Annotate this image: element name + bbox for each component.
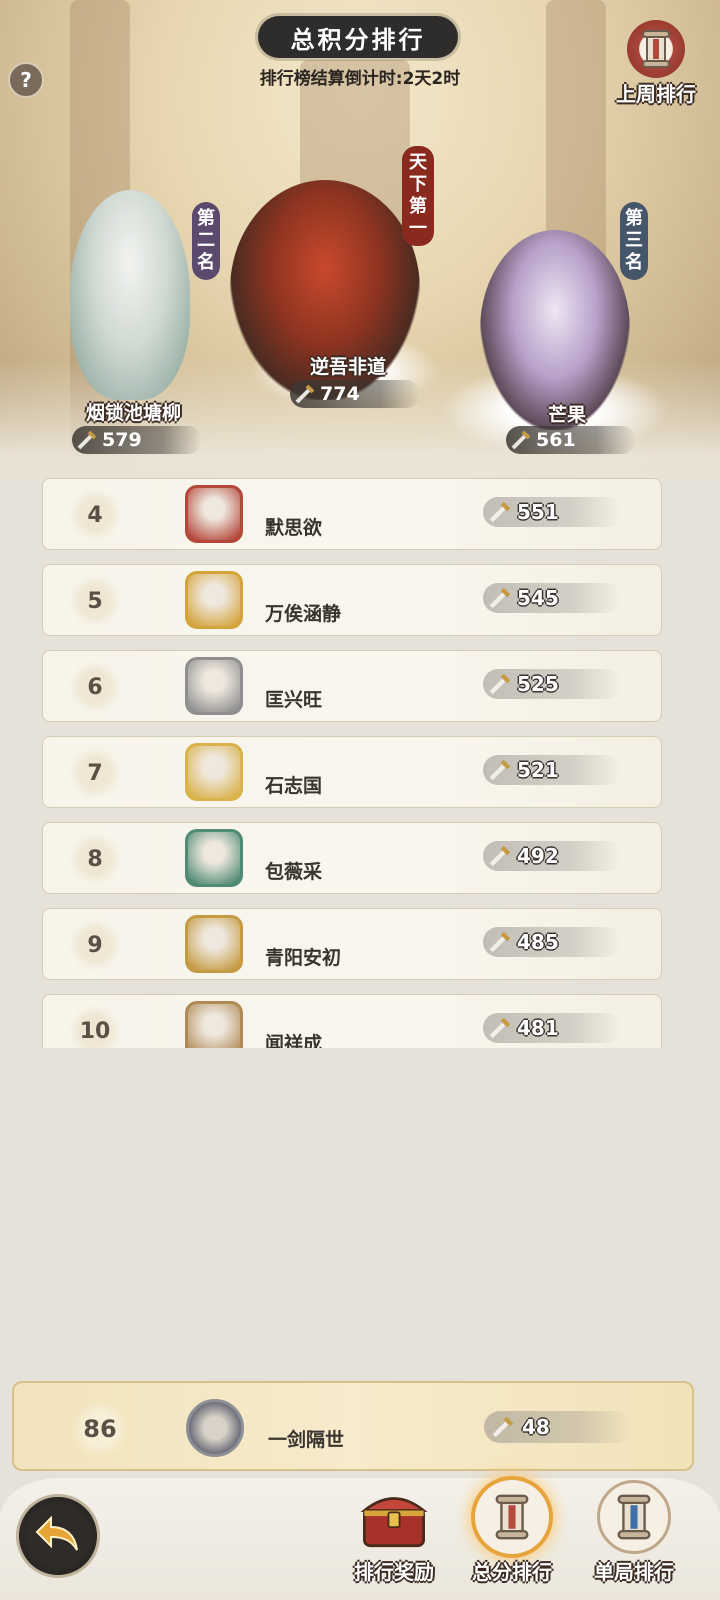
sword-icon	[484, 1415, 522, 1439]
ranking-row[interactable]: 9 青阳安初 485	[42, 908, 662, 980]
sword-icon	[483, 500, 517, 524]
my-name: 一剑隔世	[268, 1429, 345, 1451]
rank-number: 8	[69, 833, 121, 885]
ranking-row[interactable]: 7 石志国 521	[42, 736, 662, 808]
avatar[interactable]	[185, 1001, 243, 1048]
tab-single-ranking-label: 单局排行	[594, 1560, 674, 1584]
tab-total-ranking-label: 总分排行	[472, 1560, 552, 1584]
treasure-chest-icon	[357, 1480, 431, 1554]
player-name: 默思欲	[265, 517, 323, 539]
back-arrow-icon	[33, 1512, 83, 1560]
player-name: 石志国	[265, 775, 323, 797]
rank-number: 6	[69, 661, 121, 713]
tab-ranking-rewards[interactable]: 排行奖励	[338, 1480, 450, 1594]
player-name: 包薇采	[265, 861, 323, 883]
sword-icon	[483, 844, 517, 868]
sword-icon	[290, 380, 320, 408]
rank-number: 4	[69, 489, 121, 541]
tab-ranking-rewards-label: 排行奖励	[354, 1560, 434, 1584]
ranking-row[interactable]: 5 万俟涵静 545	[42, 564, 662, 636]
player-name: 匡兴旺	[265, 689, 323, 711]
last-week-ranking-button[interactable]: 上周排行	[606, 20, 706, 115]
ranking-row[interactable]: 8 包薇采 492	[42, 822, 662, 894]
first-place-name: 逆吾非道	[310, 356, 387, 378]
scroll-icon	[475, 1480, 549, 1554]
player-name: 闻祥成	[265, 1033, 323, 1048]
ranking-row[interactable]: 4 默思欲 551	[42, 478, 662, 550]
player-score: 485	[483, 927, 621, 957]
player-score: 481	[483, 1013, 621, 1043]
player-score: 492	[483, 841, 621, 871]
sword-icon	[483, 586, 517, 610]
sword-icon	[483, 930, 517, 954]
ranking-row[interactable]: 6 匡兴旺 525	[42, 650, 662, 722]
sword-icon	[483, 672, 517, 696]
ranking-list[interactable]: 4 默思欲 551 5 万俟涵静 545 6 匡兴旺 525 7 石志国 521 8 包薇采 492 9 青阳安…	[42, 478, 664, 1048]
rank-number: 5	[69, 575, 121, 627]
sword-icon	[483, 1016, 517, 1040]
page-title: 总积分排行	[258, 16, 458, 58]
avatar[interactable]	[185, 485, 243, 543]
sword-icon	[483, 758, 517, 782]
player-score: 521	[483, 755, 621, 785]
my-ranking-row[interactable]: 86 一剑隔世 48	[12, 1381, 694, 1471]
avatar[interactable]	[185, 915, 243, 973]
player-score: 551	[483, 497, 621, 527]
scroll-icon	[597, 1480, 671, 1554]
second-place-tag: 第二名	[192, 202, 220, 280]
last-week-label: 上周排行	[616, 82, 696, 106]
second-place-score: 579	[72, 426, 202, 454]
player-score: 545	[483, 583, 621, 613]
tab-single-ranking[interactable]: 单局排行	[578, 1480, 690, 1594]
my-score: 48	[484, 1411, 632, 1443]
my-rank: 86	[72, 1401, 128, 1457]
avatar[interactable]	[185, 571, 243, 629]
avatar[interactable]	[185, 743, 243, 801]
player-score: 525	[483, 669, 621, 699]
player-name: 青阳安初	[265, 947, 342, 969]
sword-icon	[506, 426, 536, 454]
back-button[interactable]	[16, 1494, 100, 1578]
first-place-tag: 天下第一	[402, 146, 434, 246]
third-place-name: 芒果	[548, 404, 587, 426]
sword-icon	[72, 426, 102, 454]
avatar[interactable]	[185, 657, 243, 715]
third-place-tag: 第三名	[620, 202, 648, 280]
player-name: 万俟涵静	[265, 603, 342, 625]
second-place-name: 烟锁池塘柳	[86, 402, 182, 424]
rank-number: 7	[69, 747, 121, 799]
my-avatar[interactable]	[186, 1399, 244, 1457]
ranking-row[interactable]: 10 闻祥成 481	[42, 994, 662, 1048]
avatar[interactable]	[185, 829, 243, 887]
tab-total-ranking[interactable]: 总分排行	[456, 1480, 568, 1594]
second-place-character[interactable]	[70, 190, 190, 400]
first-place-score: 774	[290, 380, 420, 408]
rank-number: 10	[69, 1005, 121, 1048]
rank-number: 9	[69, 919, 121, 971]
third-place-score: 561	[506, 426, 636, 454]
scroll-icon	[627, 20, 685, 78]
